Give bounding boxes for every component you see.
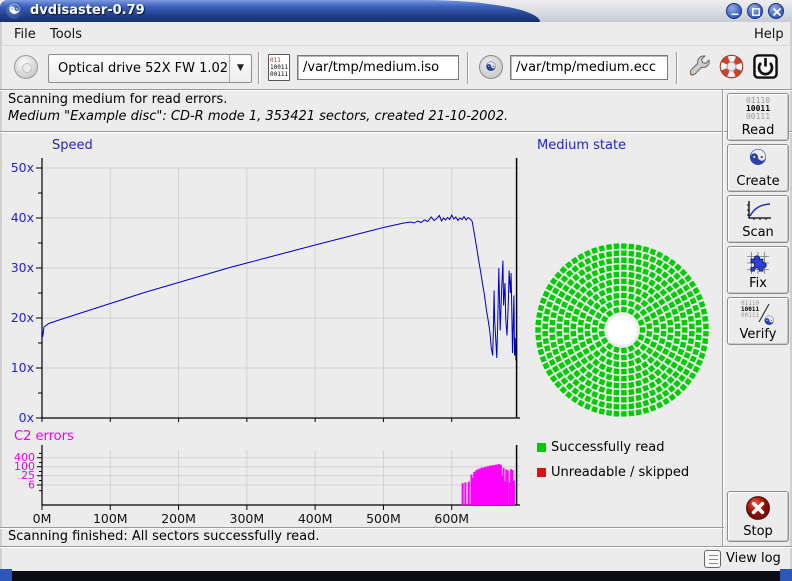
toolbar-separator bbox=[676, 52, 678, 84]
minimize-icon bbox=[729, 6, 741, 18]
medium-state-title: Medium state bbox=[537, 138, 626, 153]
wrench-icon bbox=[686, 53, 712, 79]
power-icon bbox=[752, 53, 779, 80]
icon-binary-row: 00111 bbox=[270, 71, 288, 78]
toolbar-separator bbox=[467, 52, 469, 84]
read-button[interactable]: 01110 10011 00111 Read bbox=[727, 93, 789, 141]
ecc-path-input[interactable] bbox=[510, 55, 668, 80]
separator bbox=[722, 90, 724, 546]
svg-text:500M: 500M bbox=[366, 511, 401, 526]
svg-text:10x: 10x bbox=[11, 360, 34, 375]
status-line2: Medium "Example disc": CD-R mode 1, 3534… bbox=[8, 109, 508, 124]
drive-selector[interactable]: Optical drive 52X FW 1.02 ▼ bbox=[48, 54, 252, 83]
fix-button[interactable]: Fix bbox=[727, 246, 789, 294]
iso-file-icon[interactable]: 011 10011 00111 bbox=[268, 54, 290, 81]
log-icon bbox=[704, 550, 721, 568]
preferences-button[interactable] bbox=[686, 53, 716, 83]
menu-tools[interactable]: Tools bbox=[46, 26, 86, 43]
close-button[interactable] bbox=[768, 3, 784, 19]
read-button-label: Read bbox=[728, 123, 788, 138]
legend-label: Unreadable / skipped bbox=[551, 465, 689, 480]
help-button[interactable] bbox=[718, 53, 748, 83]
maximize-icon bbox=[750, 6, 762, 18]
resize-corner-left[interactable] bbox=[0, 569, 12, 581]
verify-button[interactable]: 01110 10011 00111 ☯ Verify bbox=[727, 297, 789, 345]
resize-corner-right[interactable] bbox=[780, 569, 792, 581]
window-bottom-frame bbox=[0, 571, 792, 581]
window-title: dvdisaster-0.79 bbox=[30, 3, 145, 18]
svg-text:100M: 100M bbox=[93, 511, 128, 526]
c2-chart-title: C2 errors bbox=[14, 429, 74, 444]
menu-file[interactable]: File bbox=[10, 26, 40, 43]
separator bbox=[0, 131, 792, 133]
binary-icon: 01110 10011 00111 bbox=[728, 97, 788, 121]
status-panel: Scanning medium for read errors. Medium … bbox=[3, 91, 719, 129]
svg-text:300M: 300M bbox=[230, 511, 265, 526]
svg-text:0M: 0M bbox=[33, 511, 52, 526]
iso-path-input[interactable] bbox=[297, 55, 459, 80]
create-button-label: Create bbox=[728, 174, 788, 189]
stop-button[interactable]: Stop bbox=[727, 491, 789, 542]
drive-selector-value: Optical drive 52X FW 1.02 bbox=[58, 61, 228, 76]
chevron-down-icon[interactable]: ▼ bbox=[229, 55, 251, 82]
svg-text:400M: 400M bbox=[298, 511, 333, 526]
create-button[interactable]: ☯ Create bbox=[727, 144, 789, 192]
menubar: File Tools Help bbox=[2, 22, 790, 46]
fix-button-label: Fix bbox=[728, 276, 788, 291]
status-line1: Scanning medium for read errors. bbox=[8, 92, 227, 107]
minimize-button[interactable] bbox=[726, 3, 742, 19]
ecc-file-icon[interactable]: ☯ bbox=[479, 55, 503, 79]
scan-button-label: Scan bbox=[728, 225, 788, 240]
icon-binary-row: 10011 bbox=[270, 64, 288, 71]
quit-button[interactable] bbox=[752, 53, 782, 83]
svg-text:100: 100 bbox=[14, 460, 35, 473]
svg-text:6: 6 bbox=[28, 479, 35, 492]
svg-text:200M: 200M bbox=[161, 511, 196, 526]
svg-text:25: 25 bbox=[21, 469, 35, 482]
app-yinyang-icon: ☯ bbox=[6, 2, 23, 19]
stop-icon bbox=[745, 495, 771, 521]
svg-text:50x: 50x bbox=[11, 160, 34, 175]
verify-button-label: Verify bbox=[728, 327, 788, 342]
view-log-button[interactable]: View log bbox=[704, 550, 786, 570]
lifebuoy-icon bbox=[718, 53, 745, 80]
toolbar-separator bbox=[258, 52, 260, 84]
legend-label: Successfully read bbox=[551, 440, 664, 455]
view-log-label: View log bbox=[726, 551, 781, 566]
yinyang-icon: ☯ bbox=[728, 147, 788, 171]
svg-text:400: 400 bbox=[14, 451, 35, 464]
toolbar: Optical drive 52X FW 1.02 ▼ 011 10011 00… bbox=[2, 47, 790, 89]
legend-swatch-green bbox=[537, 443, 546, 452]
titlebar[interactable]: ☯ dvdisaster-0.79 bbox=[0, 0, 792, 22]
scan-button[interactable]: Scan bbox=[727, 195, 789, 243]
legend-swatch-red bbox=[537, 468, 546, 477]
svg-text:40x: 40x bbox=[11, 210, 34, 225]
drive-cd-icon[interactable] bbox=[14, 55, 38, 79]
svg-text:30x: 30x bbox=[11, 260, 34, 275]
puzzle-icon bbox=[745, 250, 771, 276]
svg-text:20x: 20x bbox=[11, 310, 34, 325]
svg-text:600M: 600M bbox=[434, 511, 469, 526]
svg-text:0x: 0x bbox=[19, 410, 34, 425]
separator bbox=[0, 546, 792, 548]
speed-chart-title: Speed bbox=[52, 138, 93, 153]
scan-chart-icon bbox=[743, 199, 773, 223]
verify-icon: 01110 10011 00111 ☯ bbox=[741, 301, 775, 327]
app-window: 0x 10x 20x 30x 40x 50x 400100256 0M 100M 200M 300M… bbox=[0, 0, 792, 581]
statusbar-message: Scanning finished: All sectors successfu… bbox=[8, 529, 320, 544]
menu-help[interactable]: Help bbox=[750, 26, 788, 43]
maximize-button[interactable] bbox=[747, 3, 763, 19]
close-icon bbox=[771, 6, 783, 18]
icon-binary-row: 011 bbox=[270, 57, 288, 64]
stop-button-label: Stop bbox=[728, 524, 788, 539]
